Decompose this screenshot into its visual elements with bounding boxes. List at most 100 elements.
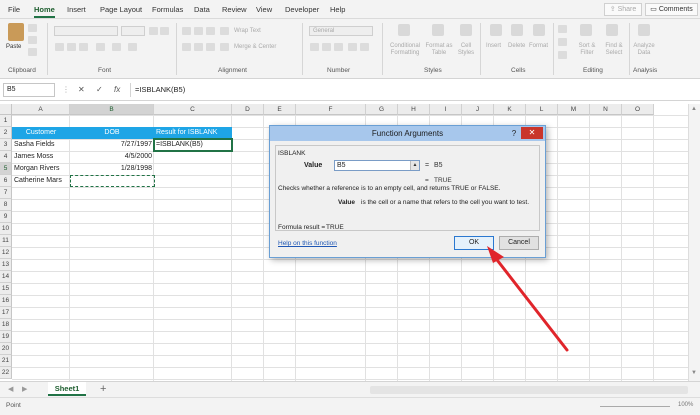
sheet-tab-sheet1[interactable]: Sheet1 xyxy=(48,382,86,396)
column-header-m[interactable]: M xyxy=(558,104,590,115)
sheet-prev-icon[interactable]: ◀ xyxy=(8,385,13,393)
cell-customer[interactable]: Morgan Rivers xyxy=(12,163,70,175)
paste-icon[interactable] xyxy=(8,23,24,41)
help-icon[interactable]: ? xyxy=(508,128,520,139)
conditional-formatting-icon[interactable] xyxy=(398,24,410,36)
row-header-10[interactable]: 10 xyxy=(0,223,12,235)
row-header-8[interactable]: 8 xyxy=(0,199,12,211)
tab-help[interactable]: Help xyxy=(330,5,345,14)
sort-filter-button[interactable]: Sort & Filter xyxy=(575,43,599,57)
cell-customer[interactable]: Sasha Fields xyxy=(12,139,70,151)
column-header-j[interactable]: J xyxy=(462,104,494,115)
wrap-text-button[interactable]: Wrap Text xyxy=(234,28,261,35)
font-color-icon[interactable] xyxy=(128,43,137,51)
row-header-3[interactable]: 3 xyxy=(0,139,12,151)
cell-dob[interactable]: 4/5/2000 xyxy=(70,151,154,163)
column-header-o[interactable]: O xyxy=(622,104,654,115)
paste-button-label[interactable]: Paste xyxy=(6,44,21,51)
align-right-icon[interactable] xyxy=(206,43,215,51)
bold-icon[interactable] xyxy=(55,43,64,51)
tab-file[interactable]: File xyxy=(8,5,20,14)
cell-styles-icon[interactable] xyxy=(460,24,472,36)
align-middle-icon[interactable] xyxy=(194,27,203,35)
row-header-9[interactable]: 9 xyxy=(0,211,12,223)
row-header-2[interactable]: 2 xyxy=(0,127,12,139)
align-center-icon[interactable] xyxy=(194,43,203,51)
increase-font-icon[interactable] xyxy=(149,27,158,35)
scroll-down-icon[interactable]: ▼ xyxy=(691,370,697,376)
column-header-c[interactable]: C xyxy=(154,104,232,115)
format-cells-button[interactable]: Format xyxy=(529,43,548,50)
increase-decimal-icon[interactable] xyxy=(348,43,357,51)
cell-dob[interactable]: 1/28/1998 xyxy=(70,163,154,175)
vertical-scrollbar[interactable]: ▲ ▼ xyxy=(688,104,700,381)
insert-cells-icon[interactable] xyxy=(490,24,502,36)
decrease-font-icon[interactable] xyxy=(160,27,169,35)
copy-icon[interactable] xyxy=(28,36,37,44)
column-header-g[interactable]: G xyxy=(366,104,398,115)
format-as-table-button[interactable]: Format as Table xyxy=(424,43,454,57)
tab-review[interactable]: Review xyxy=(222,5,247,14)
column-header-n[interactable]: N xyxy=(590,104,622,115)
tab-data[interactable]: Data xyxy=(194,5,210,14)
column-header-i[interactable]: I xyxy=(430,104,462,115)
align-top-icon[interactable] xyxy=(182,27,191,35)
analyze-data-button[interactable]: Analyze Data xyxy=(632,43,656,57)
row-header-13[interactable]: 13 xyxy=(0,259,12,271)
row-header-22[interactable]: 22 xyxy=(0,367,12,379)
ok-button[interactable]: OK xyxy=(454,236,494,250)
underline-icon[interactable] xyxy=(79,43,88,51)
find-select-button[interactable]: Find & Select xyxy=(601,43,627,57)
decrease-decimal-icon[interactable] xyxy=(360,43,369,51)
delete-cells-button[interactable]: Delete xyxy=(508,43,525,50)
name-box[interactable]: B5 xyxy=(3,83,55,97)
fill-icon[interactable] xyxy=(558,38,567,46)
column-header-l[interactable]: L xyxy=(526,104,558,115)
dialog-titlebar[interactable]: Function Arguments ? ✕ xyxy=(270,126,545,141)
cell-styles-button[interactable]: Cell Styles xyxy=(455,43,477,57)
column-header-f[interactable]: F xyxy=(296,104,366,115)
italic-icon[interactable] xyxy=(67,43,76,51)
fill-color-icon[interactable] xyxy=(112,43,121,51)
zoom-level[interactable]: 100% xyxy=(678,402,693,408)
cut-icon[interactable] xyxy=(28,24,37,32)
percent-icon[interactable] xyxy=(322,43,331,51)
format-painter-icon[interactable] xyxy=(28,48,37,56)
help-on-function-link[interactable]: Help on this function xyxy=(278,240,337,247)
orientation-icon[interactable] xyxy=(220,27,229,35)
row-header-1[interactable]: 1 xyxy=(0,115,12,127)
share-button[interactable]: ⇪ Share xyxy=(604,3,642,16)
sheet-next-icon[interactable]: ▶ xyxy=(22,385,27,393)
header-customer[interactable]: Customer xyxy=(12,127,70,139)
comments-button[interactable]: ▭ Comments xyxy=(645,3,698,16)
comma-icon[interactable] xyxy=(334,43,343,51)
font-name-box[interactable] xyxy=(54,26,118,36)
row-header-14[interactable]: 14 xyxy=(0,271,12,283)
align-left-icon[interactable] xyxy=(182,43,191,51)
enter-formula-icon[interactable]: ✓ xyxy=(96,85,103,94)
tab-insert[interactable]: Insert xyxy=(67,5,86,14)
font-size-box[interactable] xyxy=(121,26,145,36)
tab-home[interactable]: Home xyxy=(34,5,55,18)
insert-function-icon[interactable]: fx xyxy=(114,85,120,94)
row-header-20[interactable]: 20 xyxy=(0,343,12,355)
scroll-up-icon[interactable]: ▲ xyxy=(691,106,697,112)
column-header-a[interactable]: A xyxy=(12,104,70,115)
tab-formulas[interactable]: Formulas xyxy=(152,5,183,14)
zoom-slider[interactable] xyxy=(600,406,670,407)
header-dob[interactable]: DOB xyxy=(70,127,154,139)
format-as-table-icon[interactable] xyxy=(432,24,444,36)
delete-cells-icon[interactable] xyxy=(511,24,523,36)
borders-icon[interactable] xyxy=(96,43,105,51)
sort-filter-icon[interactable] xyxy=(580,24,592,36)
row-header-5[interactable]: 5 xyxy=(0,163,12,175)
analyze-data-icon[interactable] xyxy=(638,24,650,36)
select-all-corner[interactable] xyxy=(0,104,12,115)
find-select-icon[interactable] xyxy=(606,24,618,36)
formula-input[interactable]: =ISBLANK(B5) xyxy=(130,83,696,97)
row-header-7[interactable]: 7 xyxy=(0,187,12,199)
column-header-d[interactable]: D xyxy=(232,104,264,115)
merge-center-button[interactable]: Merge & Center xyxy=(234,44,276,51)
row-header-12[interactable]: 12 xyxy=(0,247,12,259)
tab-developer[interactable]: Developer xyxy=(285,5,319,14)
